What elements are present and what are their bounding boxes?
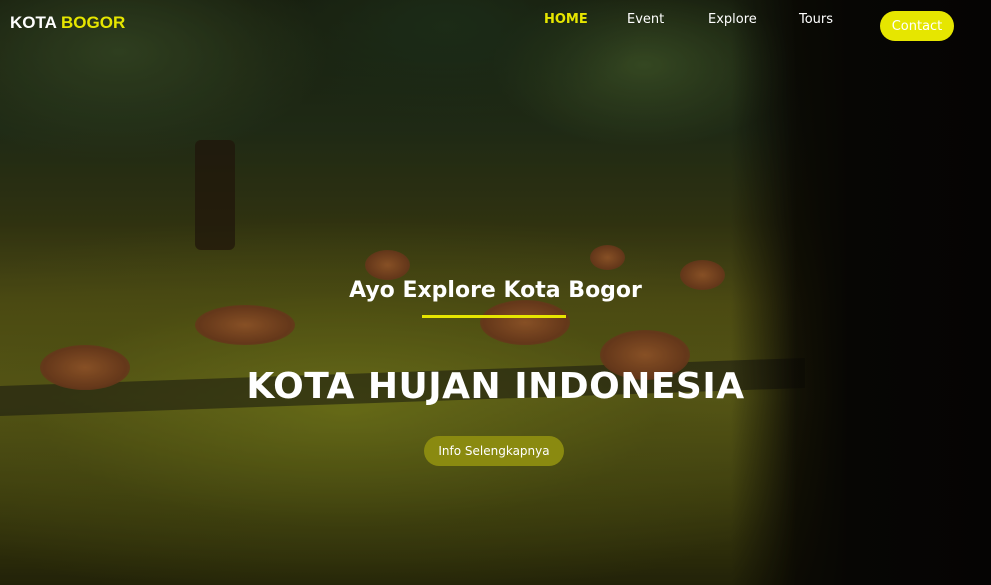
hero-headline: KOTA HUJAN INDONESIA bbox=[246, 366, 745, 407]
hero-divider bbox=[422, 315, 566, 318]
info-more-button[interactable]: Info Selengkapnya bbox=[424, 436, 564, 466]
hero-subtitle: Ayo Explore Kota Bogor bbox=[349, 278, 642, 303]
hero-content: Ayo Explore Kota Bogor KOTA HUJAN INDONE… bbox=[0, 0, 991, 585]
hero-section: KOTA BOGOR HOME Event Explore Tours Cont… bbox=[0, 0, 991, 585]
